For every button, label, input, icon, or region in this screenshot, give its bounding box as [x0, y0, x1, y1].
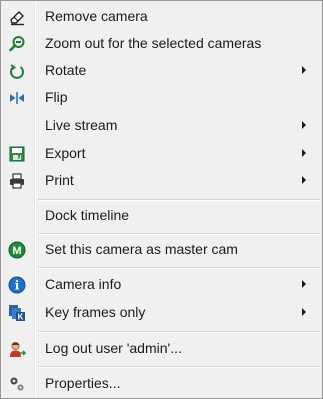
submenu-arrow-icon	[302, 121, 306, 129]
submenu-arrow-icon	[302, 176, 306, 184]
menu-item-zoom-out[interactable]: Zoom out for the selected cameras	[3, 30, 321, 57]
menu-item-label: Export	[45, 145, 86, 161]
menu-separator	[38, 199, 320, 201]
submenu-arrow-icon	[302, 66, 306, 74]
printer-icon	[10, 173, 24, 189]
svg-text:K: K	[18, 313, 24, 322]
menu-item-label: Key frames only	[45, 304, 146, 320]
context-menu: Remove camera Zoom out for the selected …	[0, 0, 323, 399]
menu-item-remove-camera[interactable]: Remove camera	[3, 3, 321, 30]
menu-item-log-out[interactable]: Log out user 'admin'...	[3, 335, 321, 362]
properties-icon	[10, 377, 24, 391]
submenu-arrow-icon	[302, 308, 306, 316]
menu-separator	[38, 267, 320, 269]
menu-item-live-stream[interactable]: Live stream	[3, 112, 321, 139]
info-icon: i	[8, 276, 26, 294]
menu-separator	[38, 233, 320, 235]
menu-item-key-frames-only[interactable]: K Key frames only	[3, 299, 321, 326]
menu-item-label: Rotate	[45, 62, 87, 78]
menu-item-label: Camera info	[45, 276, 122, 292]
menu-item-properties[interactable]: Properties...	[3, 370, 321, 397]
rotate-icon	[10, 64, 24, 79]
menu-separator	[38, 366, 320, 368]
menu-item-label: Remove camera	[45, 8, 148, 24]
menu-item-flip[interactable]: Flip	[3, 84, 321, 111]
menu-item-print[interactable]: Print	[3, 167, 321, 194]
key-frames-icon: K	[9, 305, 25, 322]
menu-item-label: Set this camera as master cam	[45, 241, 238, 257]
submenu-arrow-icon	[302, 280, 306, 288]
user-logout-icon	[10, 342, 26, 357]
menu-item-label: Log out user 'admin'...	[45, 340, 182, 356]
menu-item-label: Live stream	[45, 117, 118, 133]
menu-item-dock-timeline[interactable]: Dock timeline	[3, 202, 321, 229]
menu-item-label: Dock timeline	[45, 207, 130, 223]
flip-icon	[10, 92, 24, 104]
export-icon	[9, 146, 25, 162]
menu-item-label: Zoom out for the selected cameras	[45, 35, 262, 51]
menu-item-export[interactable]: Export	[3, 140, 321, 167]
menu-item-label: Flip	[45, 89, 68, 105]
svg-text:i: i	[15, 279, 20, 293]
zoom-out-icon	[9, 36, 25, 52]
menu-item-rotate[interactable]: Rotate	[3, 57, 321, 84]
menu-item-label: Print	[45, 172, 74, 188]
menu-item-label: Properties...	[45, 375, 121, 391]
menu-item-set-master-cam[interactable]: M Set this camera as master cam	[3, 236, 321, 263]
eraser-icon	[10, 11, 24, 26]
submenu-arrow-icon	[302, 149, 306, 157]
menu-item-camera-info[interactable]: i Camera info	[3, 271, 321, 298]
svg-text:M: M	[12, 245, 21, 257]
menu-separator	[38, 331, 320, 333]
master-cam-icon: M	[8, 241, 26, 259]
